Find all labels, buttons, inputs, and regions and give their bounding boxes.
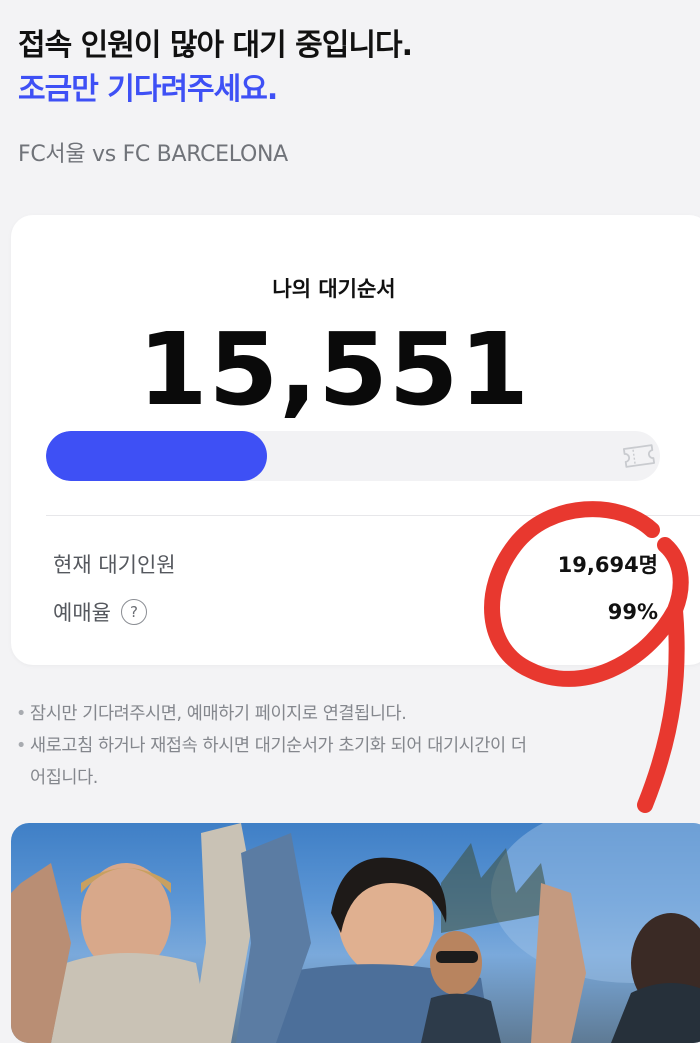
match-name: FC서울 vs FC BARCELONA bbox=[18, 142, 288, 167]
notice-text: 어집니다. bbox=[30, 768, 98, 788]
queue-progress-fill bbox=[46, 431, 268, 481]
card-divider bbox=[46, 515, 700, 516]
waiting-count-label: 현재 대기인원 bbox=[53, 553, 176, 577]
bullet-icon: • bbox=[16, 704, 26, 724]
page-subtitle: 조금만 기다려주세요. bbox=[18, 72, 278, 107]
notice-item-continued: 어집니다. bbox=[16, 762, 700, 794]
help-icon[interactable]: ? bbox=[120, 599, 147, 625]
page-title: 접속 인원이 많아 대기 중입니다. bbox=[18, 28, 413, 63]
notice-list: • 잠시만 기다려주시면, 예매하기 페이지로 연결됩니다. • 새로고침 하거… bbox=[16, 698, 700, 794]
waiting-count-value: 19,694명 bbox=[557, 553, 658, 577]
notice-text: 잠시만 기다려주시면, 예매하기 페이지로 연결됩니다. bbox=[30, 704, 407, 724]
notice-text: 새로고침 하거나 재접속 하시면 대기순서가 초기화 되어 대기시간이 더 bbox=[30, 736, 527, 756]
booking-rate-value: 99% bbox=[607, 600, 658, 624]
queue-number: 15,551 bbox=[138, 311, 530, 428]
bullet-icon: • bbox=[16, 736, 26, 756]
queue-label: 나의 대기순서 bbox=[272, 277, 396, 301]
waiting-count-row: 현재 대기인원 19,694명 bbox=[53, 547, 658, 581]
ticket-icon bbox=[622, 444, 656, 468]
promo-banner-image[interactable] bbox=[11, 823, 700, 1043]
booking-rate-label-group: 예매율 ? bbox=[53, 597, 147, 627]
booking-rate-label: 예매율 bbox=[53, 601, 111, 625]
notice-item: • 잠시만 기다려주시면, 예매하기 페이지로 연결됩니다. bbox=[16, 698, 700, 730]
booking-rate-row: 예매율 ? 99% bbox=[53, 595, 658, 629]
notice-item: • 새로고침 하거나 재접속 하시면 대기순서가 초기화 되어 대기시간이 더 bbox=[16, 730, 700, 762]
page-header: 접속 인원이 많아 대기 중입니다. 조금만 기다려주세요. FC서울 vs F… bbox=[18, 24, 682, 168]
queue-card: 나의 대기순서 15,551 현재 대기인원 19,694명 예매율 ? 99% bbox=[11, 215, 700, 665]
crowd-photo bbox=[11, 823, 700, 1043]
queue-progress-bar bbox=[46, 431, 660, 481]
